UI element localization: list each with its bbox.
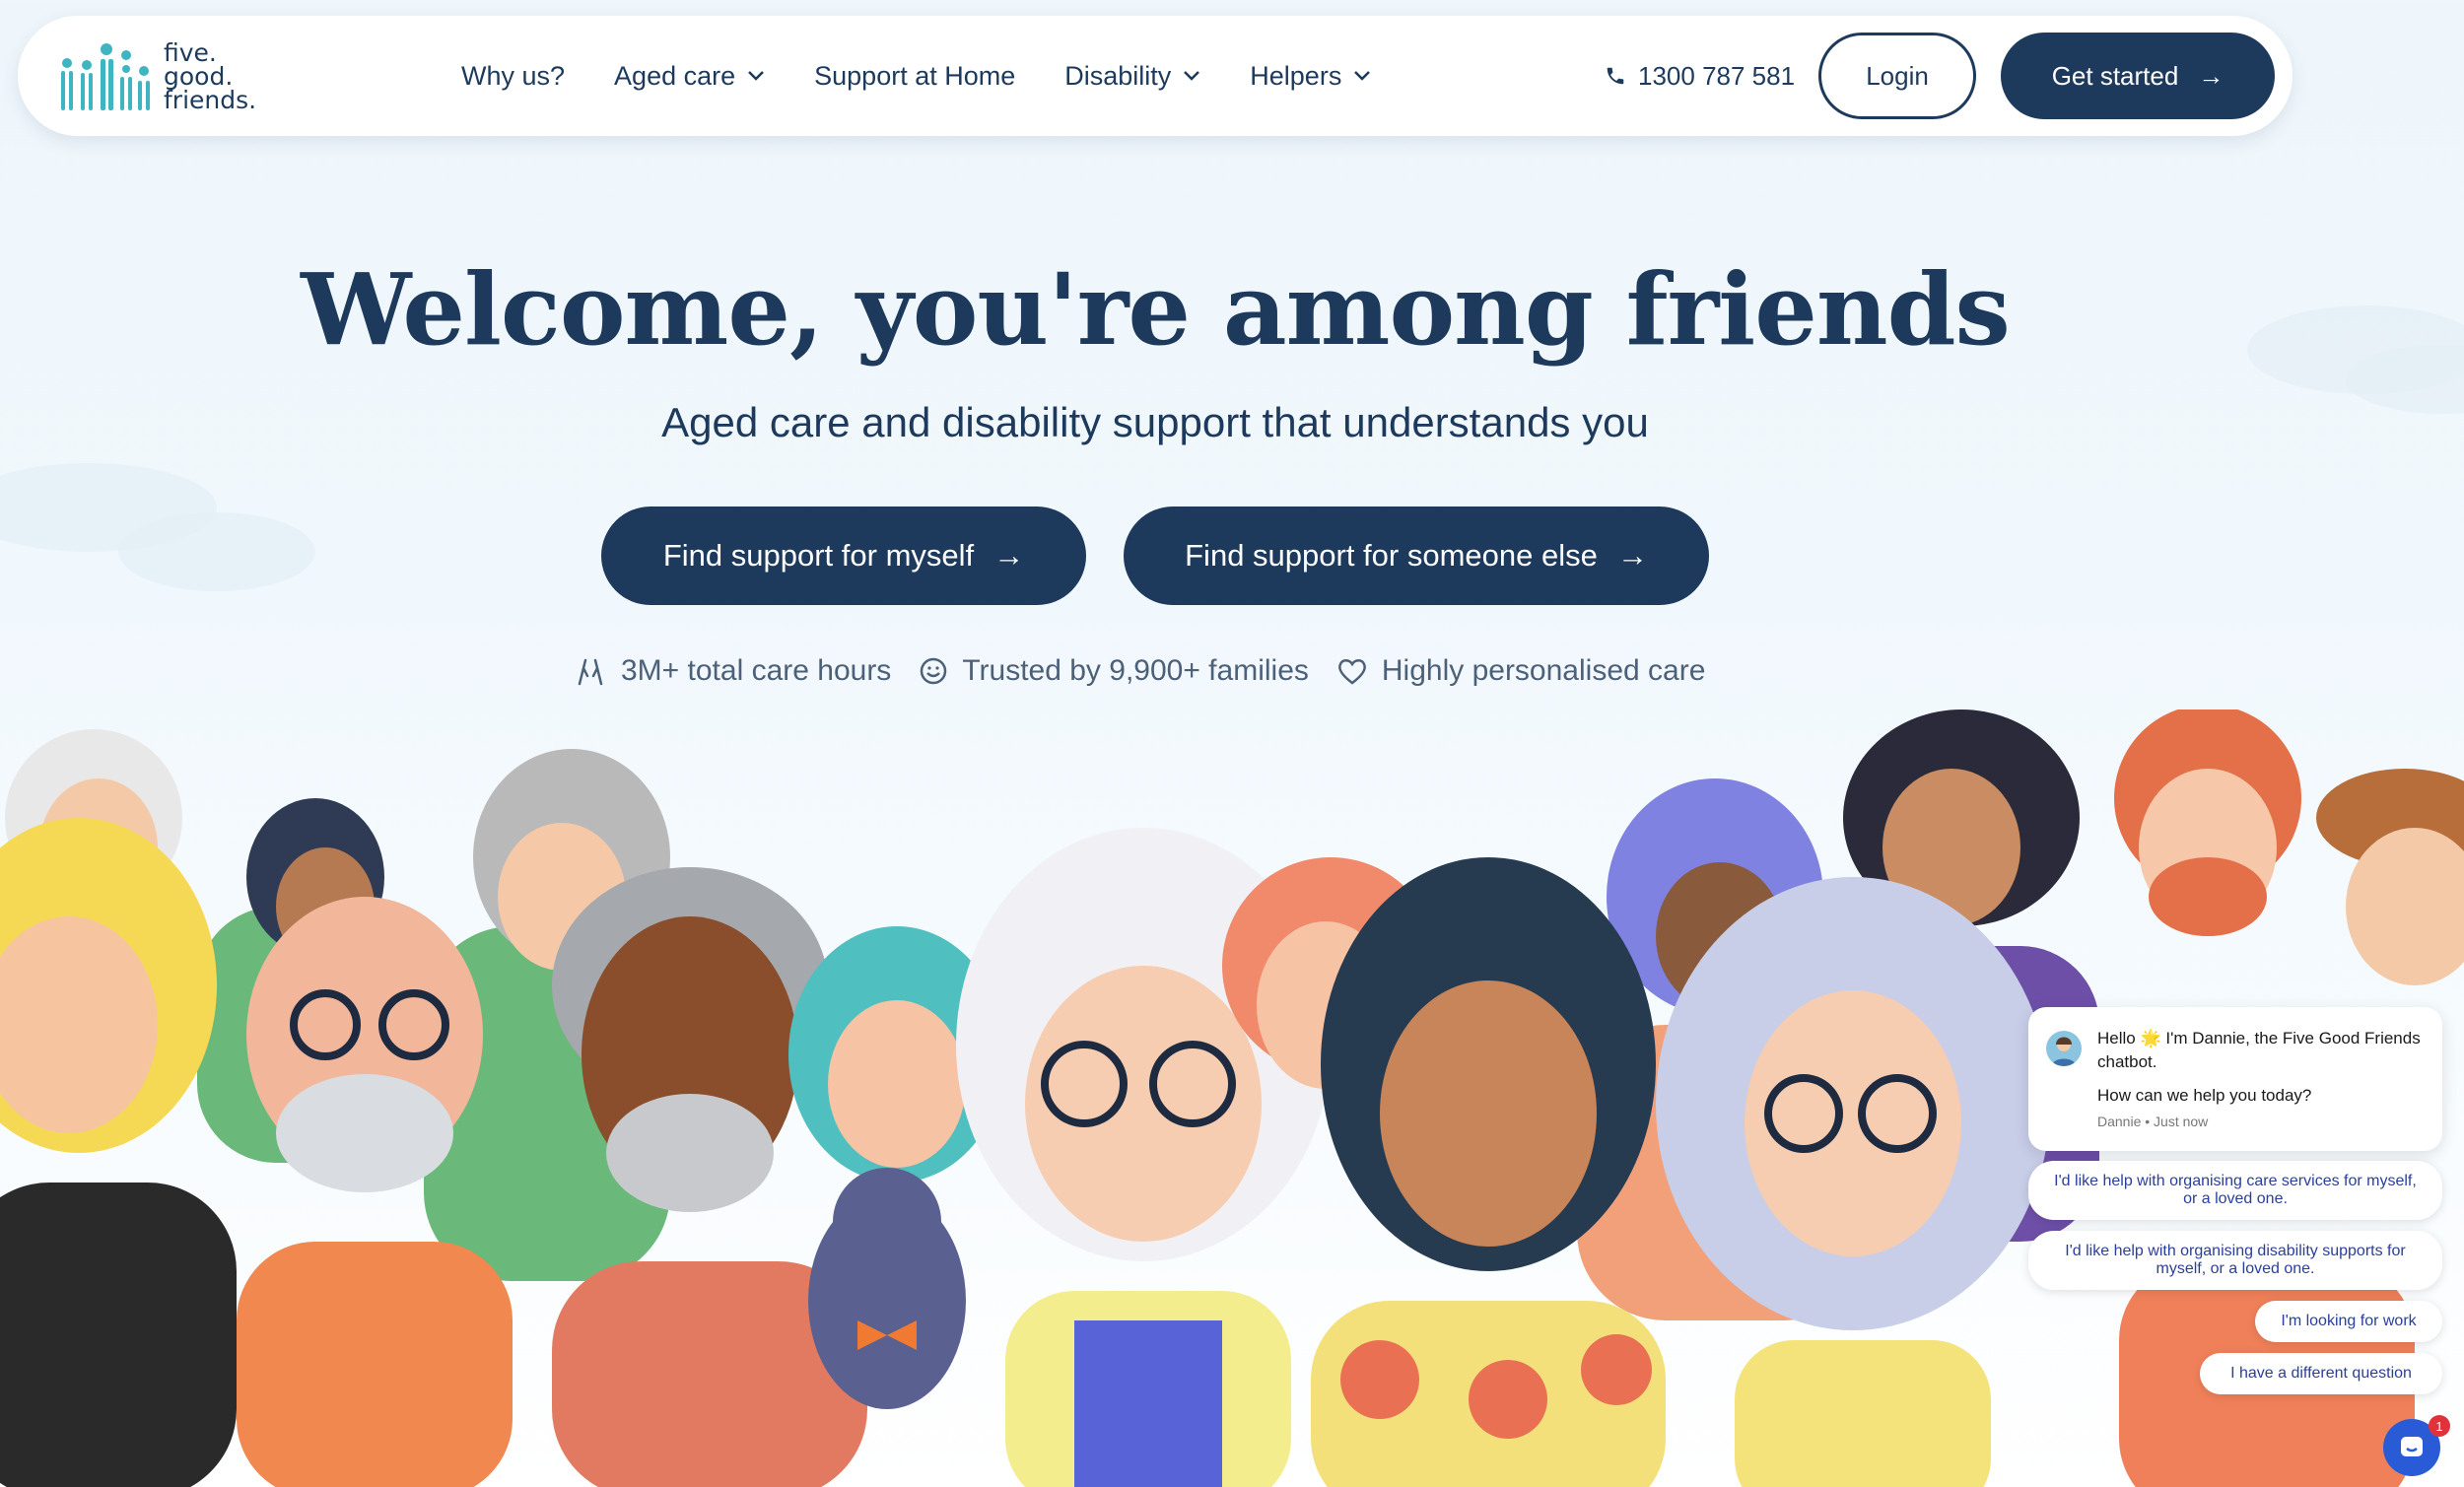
smile-icon [921,657,947,685]
chat-bubble-icon [2401,1437,2423,1456]
person-back-red-beard [2114,710,2301,936]
logo[interactable]: five. good. friends. [59,40,286,114]
chatbot-meta: Dannie • Just now [2097,1114,2209,1129]
unread-badge: 1 [2429,1415,2450,1437]
phone-link[interactable]: 1300 787 581 [1605,16,1795,136]
chevron-down-icon [1354,71,1371,81]
chat-option-disability-supports[interactable]: I'd like help with organising disability… [2028,1231,2442,1290]
button-label: Find support for someone else [1185,538,1598,573]
find-support-someone-else-button[interactable]: Find support for someone else → [1124,507,1709,605]
chatbot-message: Hello 🌟 I'm Dannie, the Five Good Friend… [2028,1007,2442,1151]
login-button[interactable]: Login [1818,33,1976,119]
phone-icon [1607,67,1624,85]
button-label: Find support for myself [662,538,975,573]
cloud-decoration [118,512,315,591]
nav-link-label: Disability [1064,60,1172,91]
get-started-button[interactable]: Get started → [2001,33,2275,119]
nav-link-label: Helpers [1250,60,1342,91]
hero-subtitle: Aged care and disability support that un… [661,399,1649,445]
nav-link-why-us[interactable]: Why us? [461,61,565,92]
stat-text: Trusted by 9,900+ families [962,654,1309,687]
hero-stats: 3M+ total care hours Trusted by 9,900+ f… [574,650,1733,692]
hero-title: Welcome, you're among friends [301,251,2011,368]
stat-text: Highly personalised care [1381,654,1706,687]
nav-links: Why us? Aged care Support at Home Disabi… [461,16,1420,136]
nav-link-disability[interactable]: Disability [1064,61,1200,92]
stat-care-hours: 3M+ total care hours [574,654,891,688]
chat-option-looking-for-work[interactable]: I'm looking for work [2255,1301,2442,1342]
phone-number: 1300 787 581 [1638,60,1796,91]
nav-link-label: Why us? [461,60,566,91]
person-front-lavender-hair [1656,877,2050,1487]
chat-option-care-services[interactable]: I'd like help with organising care servi… [2028,1161,2442,1220]
arrow-right-icon: → [2198,60,2224,91]
chevron-down-icon [748,71,765,81]
person-front-dark-hair-polka [1311,857,1666,1487]
chatbot-greeting: Hello 🌟 I'm Dannie, the Five Good Friend… [2097,1029,2421,1071]
nav-link-label: Aged care [614,60,736,91]
arrow-right-icon: → [1616,538,1648,573]
top-navigation: five. good. friends. Why us? Aged care S… [18,16,2293,136]
hands-icon [578,658,603,686]
stat-families: Trusted by 9,900+ families [919,654,1309,688]
stat-personalised: Highly personalised care [1336,654,1706,688]
person-back-hat [2316,769,2464,985]
person-front-blonde [0,818,237,1487]
chatbot-question: How can we help you today? [2097,1086,2312,1105]
nav-link-label: Support at Home [814,60,1016,91]
get-started-label: Get started [2051,60,2179,91]
logo-line: friends. [164,86,257,114]
logo-people-icon [61,43,150,110]
arrow-right-icon: → [993,538,1025,573]
chat-option-different-question[interactable]: I have a different question [2200,1353,2442,1394]
find-support-myself-button[interactable]: Find support for myself → [601,507,1086,605]
cat [808,1168,966,1409]
stat-text: 3M+ total care hours [621,654,892,687]
nav-link-aged-care[interactable]: Aged care [614,61,765,92]
nav-link-helpers[interactable]: Helpers [1250,61,1371,92]
logo-wordmark: five. good. friends. [164,40,257,114]
heart-icon [1337,659,1366,685]
chevron-down-icon [1184,71,1200,81]
chatbot-avatar [2046,1031,2082,1066]
nav-link-support-at-home[interactable]: Support at Home [814,61,1015,92]
